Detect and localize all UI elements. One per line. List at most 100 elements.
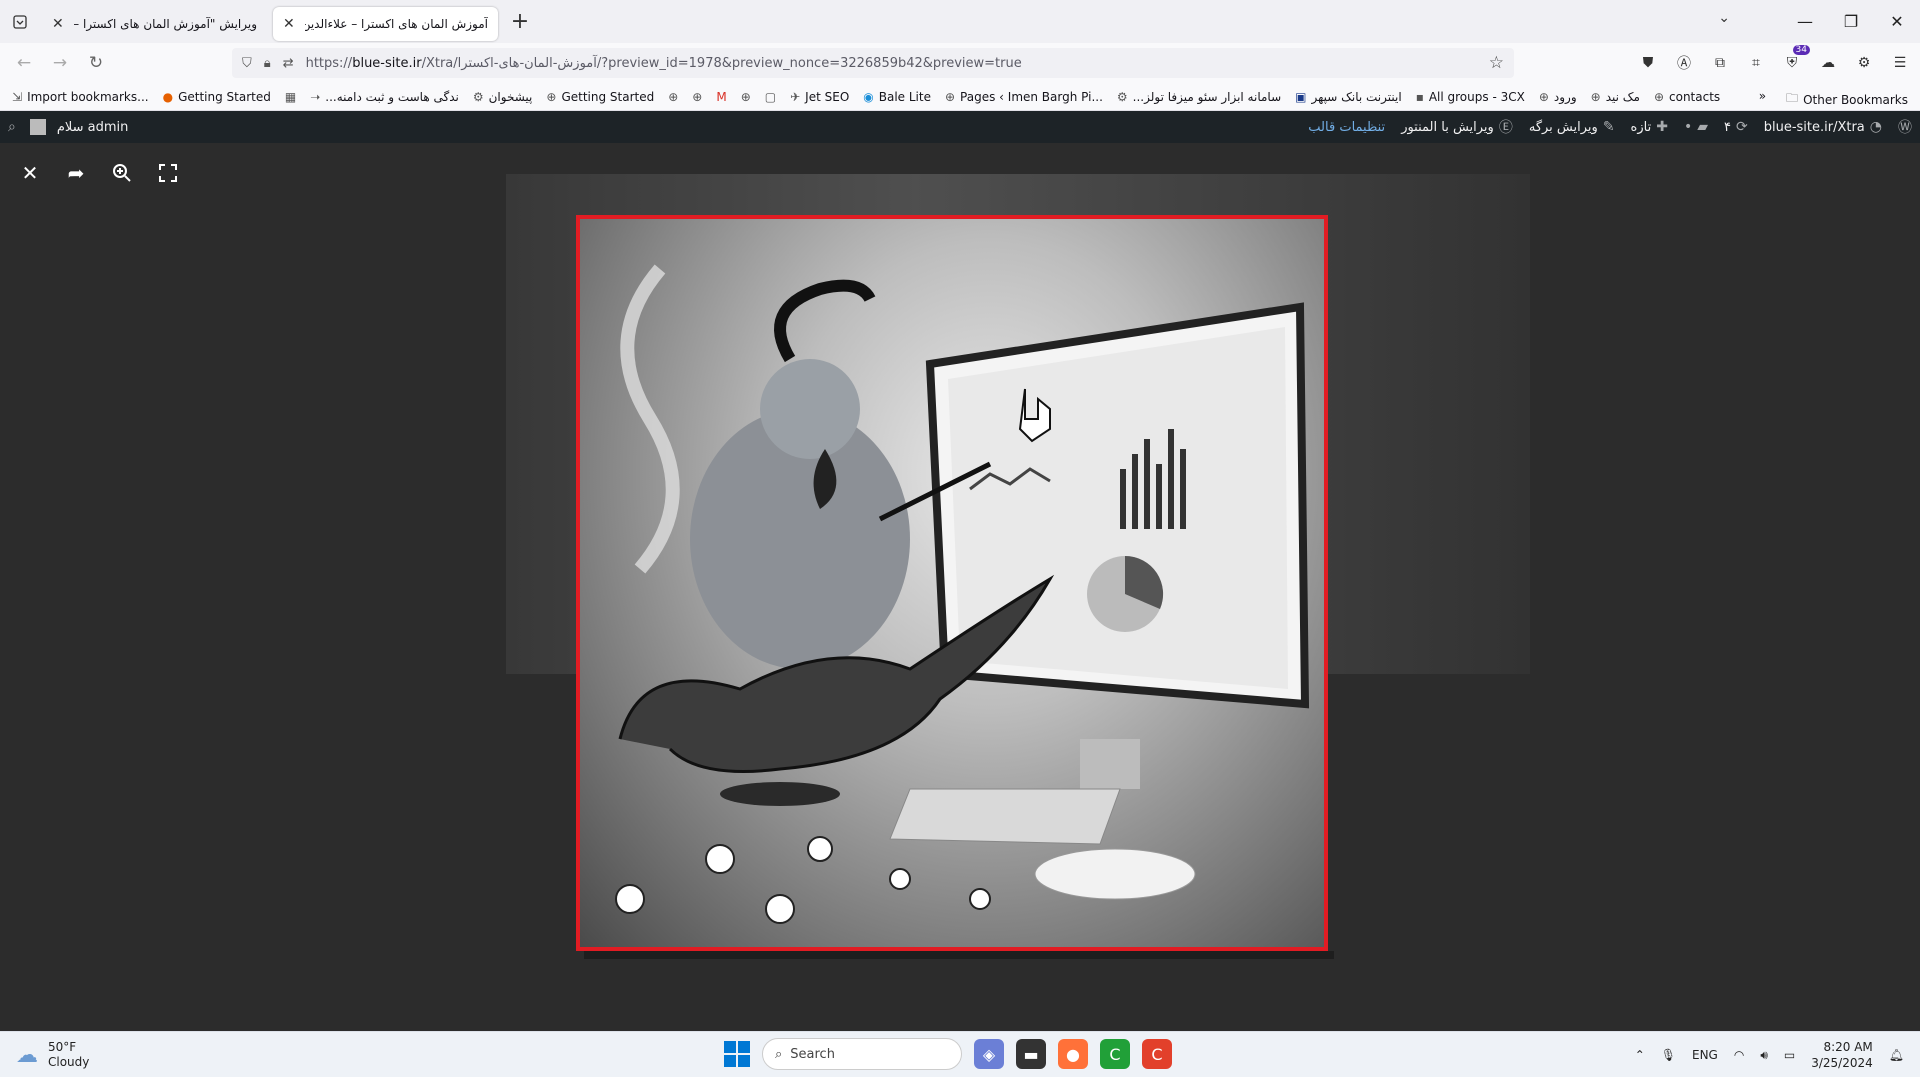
back-button[interactable]: ← (6, 53, 42, 73)
wordpress-logo-icon[interactable]: Ⓦ (1898, 117, 1912, 137)
camtasia-red-icon[interactable]: C (1142, 1039, 1172, 1069)
bookmark-star-icon[interactable]: ☆ (1489, 53, 1504, 73)
bookmark-item[interactable]: ▣ اینترنت بانک سپهر (1295, 90, 1402, 104)
minimize-button[interactable]: — (1782, 12, 1828, 31)
bookmark-item[interactable]: ✈ Jet SEO (790, 90, 849, 104)
tab-strip: ویرایش "آموزش المان های اکسترا – علاءالد… (0, 0, 1920, 43)
bookmark-item[interactable]: ⚙ پیشخوان (473, 90, 533, 104)
bookmark-item[interactable]: ⊕ (741, 90, 751, 104)
image-shadow (584, 951, 1334, 959)
bookmark-item[interactable]: ● Getting Started (163, 90, 271, 104)
extensions-icon[interactable]: ⧉ (1710, 53, 1730, 73)
cloud-extension-icon[interactable]: ☁ (1818, 53, 1838, 73)
forward-button[interactable]: → (42, 53, 78, 73)
microphone-icon[interactable]: 🎙︎ (1661, 1048, 1676, 1062)
chevron-double-right-icon[interactable]: » (1759, 89, 1766, 110)
globe-icon: ⊕ (668, 89, 679, 104)
wifi-icon[interactable]: ◠ (1734, 1048, 1744, 1062)
bale-icon: ◉ (863, 89, 874, 104)
firefox-icon: ● (162, 89, 174, 104)
window-controls: — ❐ ✕ (1782, 0, 1920, 43)
bookmark-item[interactable]: ⊕ مک نید (1591, 90, 1640, 104)
tab-preview-page[interactable]: آموزش المان های اکسترا – علاءالدین ✕ (273, 6, 498, 41)
edit-page-link[interactable]: ✎ ویرایش برگه (1529, 119, 1615, 135)
avatar (29, 119, 46, 135)
menu-icon[interactable]: ☰ (1890, 53, 1910, 73)
start-button[interactable] (724, 1041, 750, 1067)
bookmark-item[interactable]: ⇲ Import bookmarks... (12, 90, 149, 104)
chevron-down-icon[interactable]: ⌄ (1718, 10, 1730, 26)
jet-icon: ✈ (790, 89, 801, 104)
close-icon[interactable]: ✕ (283, 16, 295, 32)
genie-illustration[interactable] (576, 215, 1328, 951)
crop-icon[interactable]: ⌗ (1746, 53, 1766, 73)
tab-label: ویرایش "آموزش المان های اکسترا – علاءالد… (73, 16, 257, 31)
shield-extension-icon[interactable]: ⛨ 34 (1782, 45, 1810, 73)
battery-icon[interactable]: ▭ (1784, 1048, 1795, 1062)
bookmark-item[interactable]: ⊕ ورود (1539, 90, 1577, 104)
zoom-in-icon[interactable] (110, 161, 134, 185)
plus-icon: ✚ (1656, 119, 1668, 135)
url-bar[interactable]: ⛉ 🔒︎ ⇄ https://blue-site.ir/Xtra/آموزش-ا… (232, 48, 1514, 78)
url-text[interactable]: https://blue-site.ir/Xtra/آموزش-المان-ها… (306, 56, 1022, 71)
extension-badge: 34 (1792, 45, 1810, 55)
bookmark-item[interactable]: ⊕ (668, 90, 678, 104)
close-icon[interactable]: ✕ (18, 161, 42, 185)
firefox-icon[interactable]: ● (1058, 1039, 1088, 1069)
fullscreen-icon[interactable] (156, 161, 180, 185)
elementor-edit-link[interactable]: Ⓔ ویرایش با المنتور (1401, 117, 1513, 137)
bookmark-item[interactable]: ⊕ contacts (1654, 90, 1720, 104)
bookmark-item[interactable]: ⊕ Pages ‹ Imen Bargh Pi... (945, 90, 1103, 104)
bookmark-item[interactable]: ➝ ...ندگی هاست و ثبت دامنه (310, 90, 459, 104)
new-tab-button[interactable]: + (504, 6, 536, 38)
reload-button[interactable]: ↻ (78, 53, 114, 73)
camtasia-green-icon[interactable]: C (1100, 1039, 1130, 1069)
share-icon[interactable]: ➦ (64, 161, 88, 185)
close-icon[interactable]: ✕ (52, 16, 64, 32)
updates-link[interactable]: ⟳ ۴ (1724, 119, 1748, 135)
shield-icon[interactable]: ⛉ (242, 56, 252, 71)
theme-settings-link[interactable]: تنظیمات قالب (1308, 120, 1385, 135)
volume-icon[interactable]: 🔊︎ (1760, 1048, 1768, 1063)
bookmark-item[interactable]: ⊕ Getting Started (546, 90, 654, 104)
weather-condition: Cloudy (48, 1055, 90, 1069)
bookmark-item[interactable]: ▪ All groups - 3CX (1416, 90, 1525, 104)
clock[interactable]: 8:20 AM 3/25/2024 (1811, 1039, 1873, 1071)
tab-edit-page[interactable]: ویرایش "آموزش المان های اکسترا – علاءالد… (42, 7, 267, 41)
bookmark-item[interactable]: ▦ (285, 90, 296, 104)
new-content-link[interactable]: ✚ تازه (1631, 119, 1668, 135)
taskbar-search[interactable]: ⌕ Search (762, 1038, 962, 1070)
gear-extension-icon[interactable]: ⚙ (1854, 53, 1874, 73)
lock-icon[interactable]: 🔒︎ (264, 56, 271, 71)
site-name[interactable]: ◔ blue-site.ir/Xtra (1764, 119, 1882, 135)
chevron-up-icon[interactable]: ⌃ (1635, 1048, 1645, 1062)
copilot-icon[interactable]: ◈ (974, 1039, 1004, 1069)
bookmark-icon: ▢ (764, 89, 777, 104)
permissions-icon[interactable]: ⇄ (283, 56, 294, 71)
bookmark-item[interactable]: ▢ (765, 90, 776, 104)
bookmark-item[interactable]: M (716, 90, 726, 104)
weather-widget[interactable]: ☁ 50°F Cloudy (16, 1040, 89, 1070)
comments-link[interactable]: ▰ • (1684, 119, 1708, 135)
my-account[interactable]: سلام admin (29, 119, 128, 135)
pencil-icon: ✎ (1602, 119, 1615, 135)
globe-icon: ⊕ (740, 89, 751, 104)
bookmark-item[interactable]: ⊕ (692, 90, 702, 104)
language-indicator[interactable]: ENG (1692, 1048, 1718, 1062)
extension-toolbar: ⛊ Ⓐ ⧉ ⌗ ⛨ 34 ☁ ⚙ ☰ (1638, 43, 1910, 83)
restore-button[interactable]: ❐ (1828, 12, 1874, 31)
account-icon[interactable]: Ⓐ (1674, 53, 1694, 73)
pocket-icon[interactable]: ⛊ (1638, 53, 1658, 73)
tab-list-icon[interactable] (0, 0, 40, 43)
system-tray: ⌃ 🎙︎ ENG ◠ 🔊︎ ▭ 8:20 AM 3/25/2024 🔔︎ (1635, 1036, 1904, 1074)
folder-icon: 🗀 (1786, 91, 1799, 105)
globe-icon: ⊕ (546, 89, 557, 104)
bookmark-item[interactable]: ◉ Bale Lite (863, 90, 931, 104)
close-window-button[interactable]: ✕ (1874, 12, 1920, 31)
bookmark-item[interactable]: ⚙ ...سامانه ابزار سئو میزفا تولز (1117, 90, 1281, 104)
search-icon[interactable]: ⌕ (8, 119, 16, 135)
other-bookmarks[interactable]: 🗀 Other Bookmarks (1786, 89, 1908, 110)
notifications-icon[interactable]: 🔔︎ (1889, 1048, 1904, 1062)
file-explorer-icon[interactable]: ▬ (1016, 1039, 1046, 1069)
globe-icon: ⊕ (1538, 89, 1549, 104)
